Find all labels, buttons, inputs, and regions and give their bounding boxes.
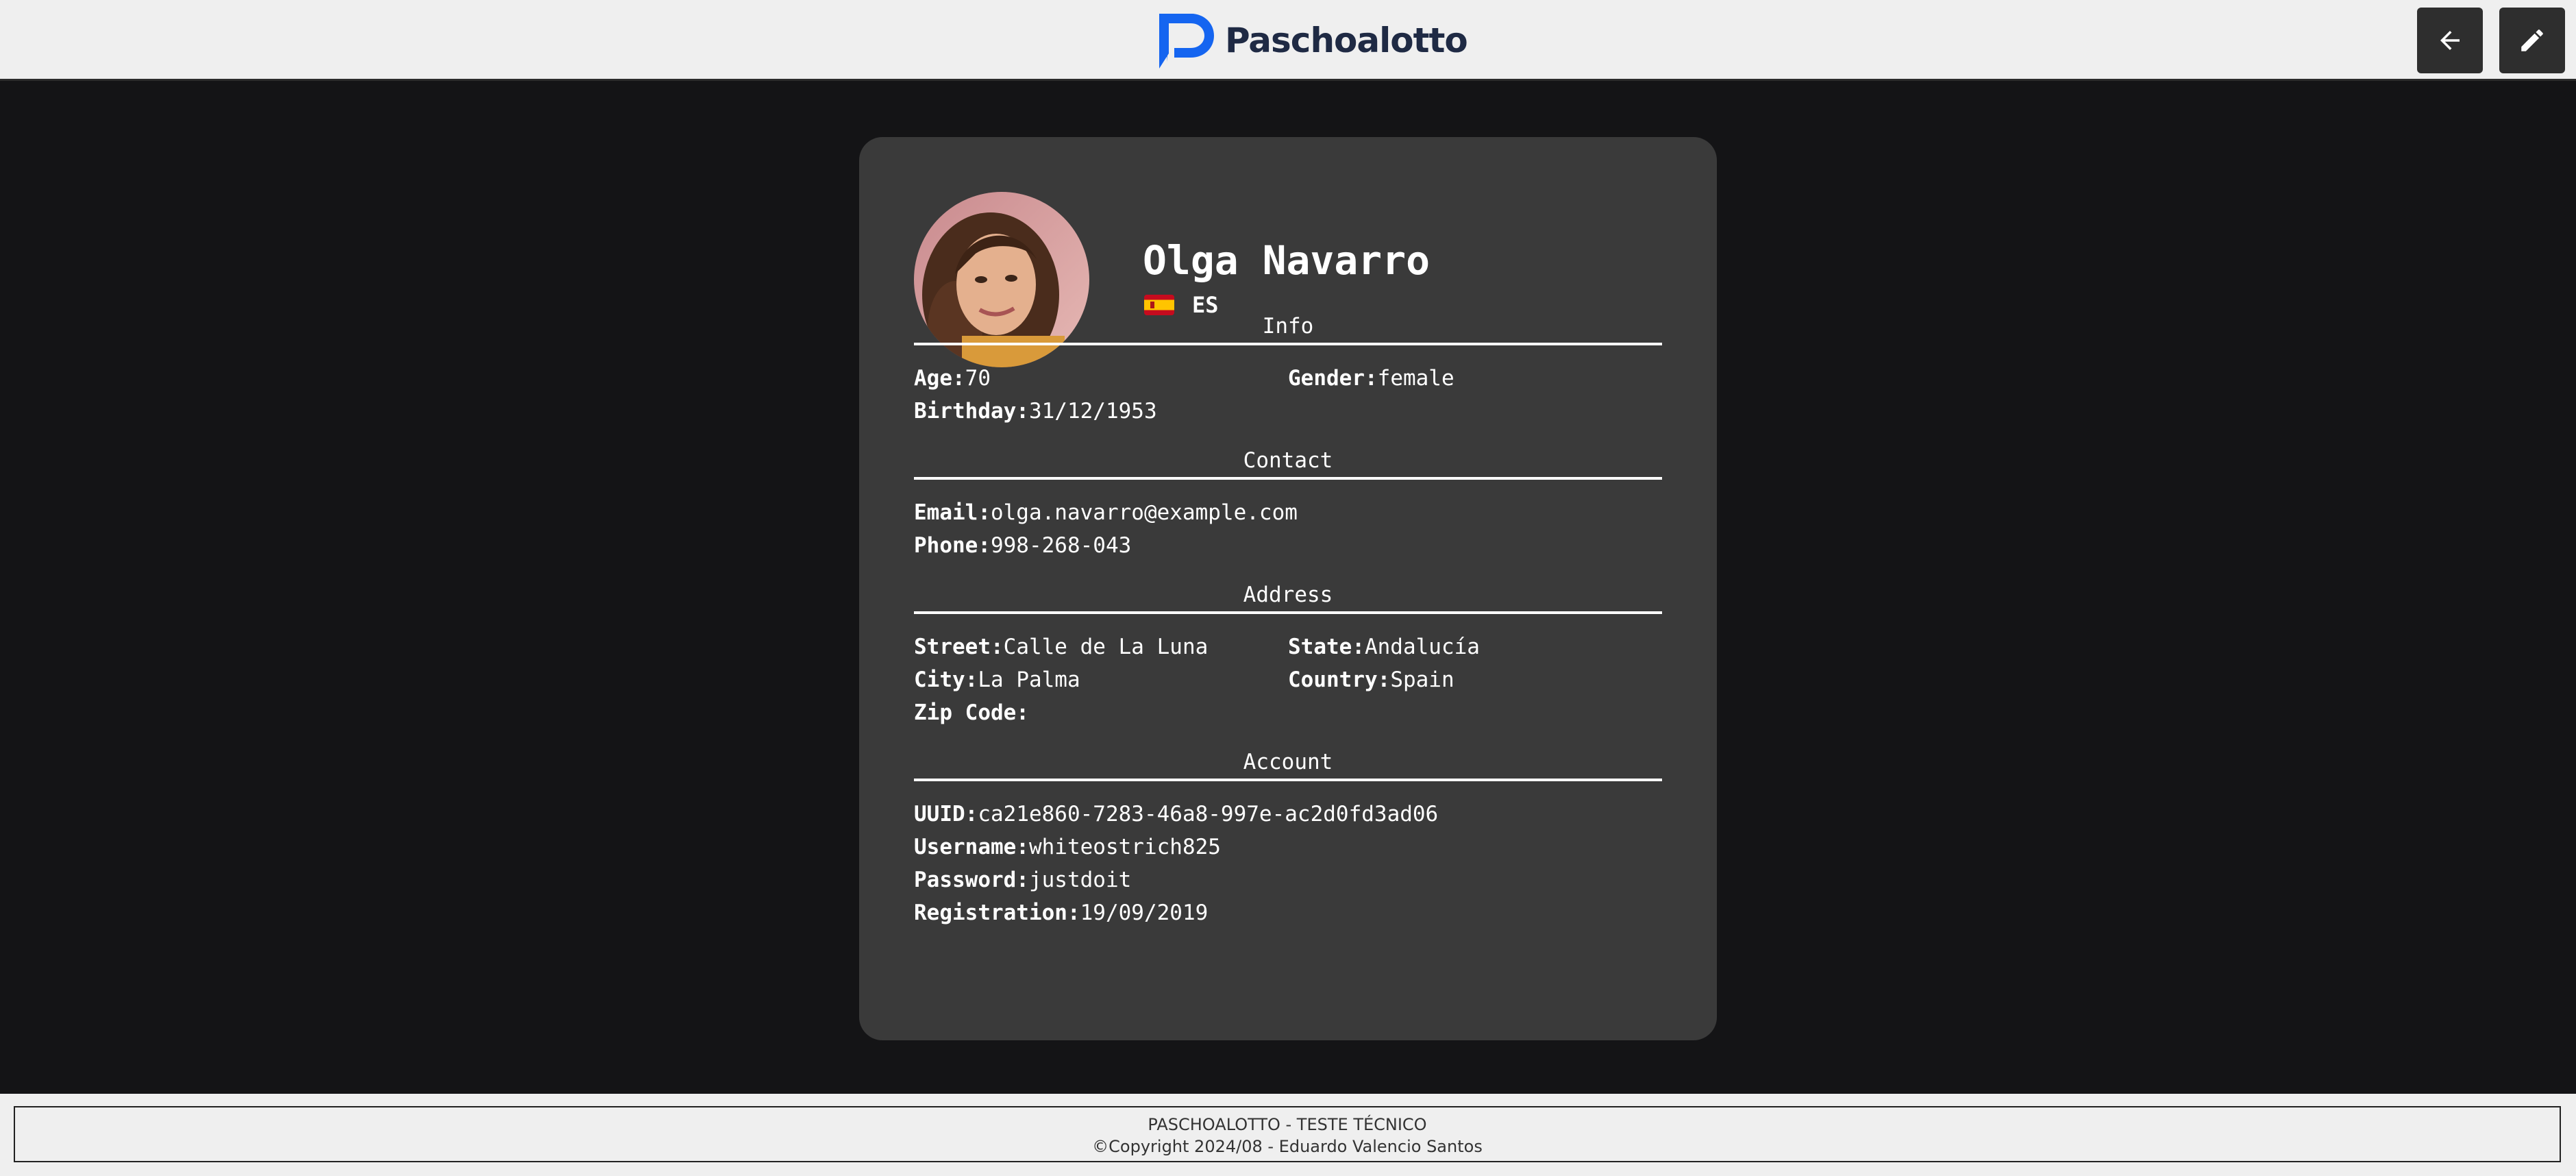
- field-email: Email:olga.navarro@example.com: [914, 500, 1298, 525]
- footer-title: PASCHOALOTTO - TESTE TÉCNICO: [1148, 1115, 1427, 1134]
- arrow-left-icon: [2440, 31, 2460, 50]
- divider: [914, 477, 1662, 480]
- divider: [914, 343, 1662, 345]
- section-title-contact: Contact: [1243, 448, 1333, 473]
- divider: [914, 611, 1662, 614]
- main-content: Olga Navarro ES Info Age:70 Gender:femal…: [0, 81, 2576, 1094]
- field-country: Country:Spain: [1288, 667, 1454, 692]
- field-age: Age:70: [914, 366, 991, 391]
- back-button[interactable]: [2417, 8, 2483, 73]
- field-zip-code: Zip Code:: [914, 700, 1029, 725]
- user-profile-card: Olga Navarro ES Info Age:70 Gender:femal…: [859, 137, 1717, 1040]
- field-state: State:Andalucía: [1288, 635, 1480, 659]
- spain-flag-icon: [1144, 295, 1174, 315]
- field-registration: Registration:19/09/2019: [914, 901, 1209, 925]
- top-bar: Paschoalotto: [0, 0, 2576, 81]
- footer: PASCHOALOTTO - TESTE TÉCNICO ©Copyright …: [0, 1094, 2576, 1176]
- divider: [914, 779, 1662, 781]
- pencil-icon: [2521, 29, 2543, 51]
- field-birthday: Birthday:31/12/1953: [914, 399, 1157, 424]
- user-name: Olga Navarro: [1143, 237, 1431, 284]
- field-street: Street:Calle de La Luna: [914, 635, 1209, 659]
- field-password: Password:justdoit: [914, 868, 1132, 892]
- paschoalotto-logo-icon: [1159, 14, 1214, 69]
- profile-photo: [914, 192, 1089, 367]
- field-username: Username:whiteostrich825: [914, 835, 1221, 859]
- footer-box: PASCHOALOTTO - TESTE TÉCNICO ©Copyright …: [14, 1106, 2561, 1162]
- edit-button[interactable]: [2499, 8, 2565, 73]
- section-title-account: Account: [1243, 750, 1333, 774]
- section-title-address: Address: [1243, 583, 1333, 607]
- field-phone: Phone:998-268-043: [914, 533, 1132, 558]
- field-city: City:La Palma: [914, 667, 1080, 692]
- brand-logo[interactable]: Paschoalotto: [1156, 11, 1468, 70]
- field-gender: Gender:female: [1288, 366, 1454, 391]
- avatar: [914, 192, 1089, 367]
- section-title-info: Info: [1262, 314, 1314, 339]
- brand-name: Paschoalotto: [1225, 21, 1468, 60]
- field-uuid: UUID:ca21e860-7283-46a8-997e-ac2d0fd3ad0…: [914, 802, 1439, 826]
- footer-copyright: ©Copyright 2024/08 - Eduardo Valencio Sa…: [1092, 1137, 1483, 1156]
